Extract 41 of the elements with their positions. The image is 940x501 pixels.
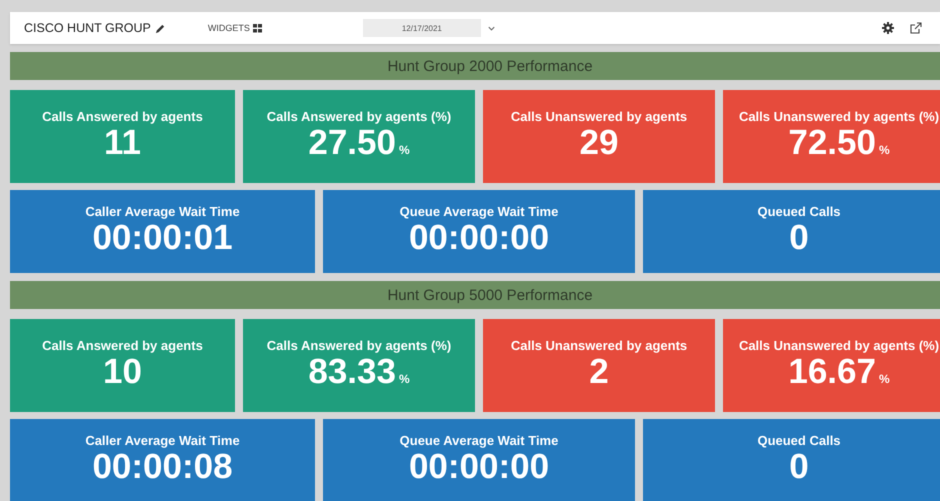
metric-label: Queued Calls	[756, 205, 842, 220]
metric-value: 00:00:01	[92, 219, 233, 258]
unit-label: %	[878, 373, 890, 386]
section-header: Hunt Group 2000 Performance	[10, 52, 940, 80]
external-link-icon[interactable]	[910, 22, 922, 34]
metric-value: 72.50	[788, 124, 876, 163]
metric-label: Calls Answered by agents (%)	[266, 339, 452, 354]
metric-label: Calls Unanswered by agents (%)	[738, 339, 940, 354]
dashboard-title: CISCO HUNT GROUP	[24, 21, 151, 35]
metric-value: 2	[589, 353, 609, 392]
metric-value: 10	[103, 353, 142, 392]
metric-value: 0	[789, 448, 809, 487]
metric-value: 29	[580, 124, 618, 163]
metric-label: Calls Answered by agents (%)	[266, 110, 452, 124]
metric-value: 11	[104, 124, 141, 163]
metric-value: 83.33	[308, 353, 396, 392]
metric-value: 0	[789, 219, 809, 258]
widgets-button[interactable]: WIDGETS	[208, 23, 263, 33]
unit-label: %	[398, 144, 410, 158]
metric-label: Calls Answered by agents	[41, 110, 204, 124]
metric-value: 27.50	[308, 124, 396, 163]
metric-value: 00:00:08	[92, 448, 233, 487]
date-field[interactable]: 12/17/2021	[362, 19, 481, 37]
metric-label: Queue Average Wait Time	[398, 205, 560, 220]
metric-label: Caller Average Wait Time	[84, 205, 241, 220]
metric-value: 00:00:00	[408, 448, 550, 487]
metric-label: Calls Unanswered by agents	[510, 110, 688, 124]
metric-label: Calls Unanswered by agents (%)	[738, 110, 940, 124]
metric-label: Queue Average Wait Time	[398, 434, 560, 448]
metric-label: Calls Unanswered by agents	[510, 339, 688, 354]
metric-label: Queued Calls	[756, 434, 842, 448]
grid-icon	[252, 24, 263, 32]
metric-label: Caller Average Wait Time	[84, 434, 241, 448]
section-header: Hunt Group 5000 Performance	[10, 281, 940, 309]
metric-value: 16.67	[788, 353, 876, 392]
pencil-icon[interactable]	[154, 22, 166, 34]
unit-label: %	[398, 373, 410, 386]
metric-value: 00:00:00	[408, 219, 550, 258]
metric-label: Calls Answered by agents	[41, 339, 204, 354]
unit-label: %	[878, 144, 890, 158]
settings-icon[interactable]	[882, 22, 894, 34]
